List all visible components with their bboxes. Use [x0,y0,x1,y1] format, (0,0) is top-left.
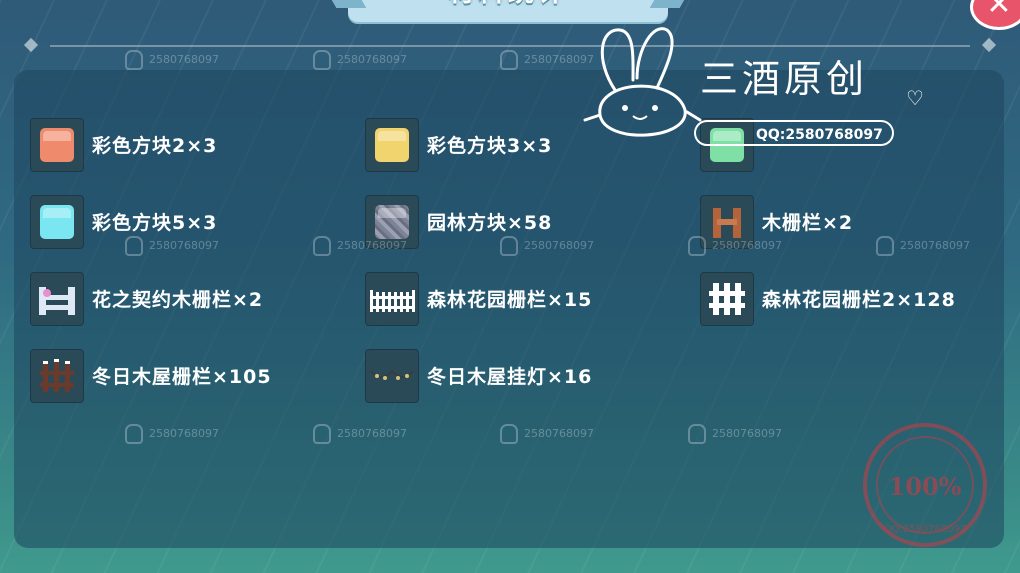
title-tab: 材料统计 [323,0,693,22]
material-label: 园林方块×58 [427,212,553,234]
close-button[interactable]: ✕ [970,0,1020,30]
qq-icon [500,424,518,444]
watermark: 2580768097 [688,236,782,256]
svg-text:100%: 100% [889,472,962,501]
qq-tag: QQ:2580768097 [694,120,894,146]
forest-garden-fence-2-icon [700,271,754,326]
material-item: 彩色方块2×3 [30,106,365,183]
qq-icon [313,424,331,444]
heart-icon: ♡ [906,86,924,110]
material-item: 森林花园栅栏2×128 [700,260,990,337]
materials-grid: 彩色方块2×3 彩色方块3×3 彩色方块5×3 园林方块×58 木栅栏×2 花之… [30,106,990,414]
watermark: 2580768097 [313,50,407,70]
qq-icon [125,424,143,444]
qq-icon [500,236,518,256]
watermark: 2580768097 [313,424,407,444]
watermark: 2580768097 [500,236,594,256]
material-label: 冬日木屋挂灯×16 [427,366,593,388]
qq-icon [876,236,894,256]
cyan-cube-icon [30,194,84,249]
material-label: 冬日木屋栅栏×105 [92,366,272,388]
material-label: 彩色方块2×3 [92,135,218,157]
watermark: 2580768097 [125,236,219,256]
material-item: 冬日木屋栅栏×105 [30,337,365,414]
material-item: 森林花园栅栏×15 [365,260,700,337]
qq-icon [688,236,706,256]
qq-icon [313,236,331,256]
qq-icon [500,50,518,70]
material-label: 彩色方块3×3 [427,135,553,157]
watermark: 2580768097 [125,424,219,444]
qq-icon [125,50,143,70]
material-label: 木栅栏×2 [762,212,854,234]
bunny-doodle [583,27,702,137]
material-label: 花之契约木栅栏×2 [92,289,264,311]
qq-icon [688,424,706,444]
orange-cube-icon [30,117,84,172]
approval-stamp: 100% QQ:2580768097 [863,423,987,547]
winter-cabin-fence-icon [30,348,84,403]
material-item: 花之契约木栅栏×2 [30,260,365,337]
material-label: 森林花园栅栏×15 [427,289,593,311]
watermark: 2580768097 [313,236,407,256]
brand-mark: 三酒原创 [700,57,869,101]
svg-text:QQ:2580768097: QQ:2580768097 [884,524,967,535]
watermark: 2580768097 [500,424,594,444]
material-label: 森林花园栅栏2×128 [762,289,956,311]
page-title: 材料统计 [348,0,668,9]
title-divider [50,45,970,47]
watermark: 2580768097 [688,424,782,444]
watermark: 2580768097 [125,50,219,70]
material-item: 冬日木屋挂灯×16 [365,337,700,414]
forest-garden-fence-icon [365,271,419,326]
qq-icon [125,236,143,256]
yellow-cube-icon [365,117,419,172]
material-label: 彩色方块5×3 [92,212,218,234]
watermark: 2580768097 [876,236,970,256]
flower-fence-icon [30,271,84,326]
qq-icon [313,50,331,70]
winter-cabin-lights-icon [365,348,419,403]
